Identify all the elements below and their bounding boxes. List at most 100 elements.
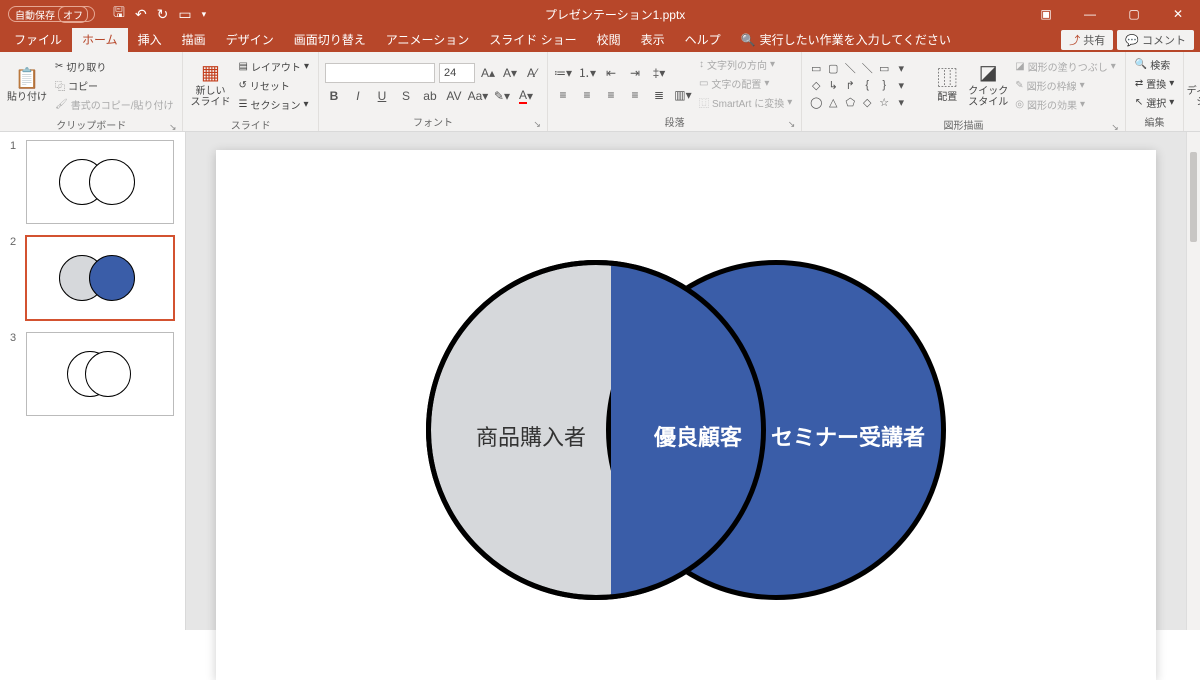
thumb-number: 1 xyxy=(10,140,20,224)
dialog-launcher-icon[interactable]: ↘ xyxy=(169,122,177,133)
save-icon[interactable]: 🖫 xyxy=(113,2,125,26)
tab-view[interactable]: 表示 xyxy=(631,28,675,52)
ribbon-options-icon[interactable]: ▣ xyxy=(1024,0,1068,28)
redo-icon[interactable]: ↻ xyxy=(157,6,169,23)
tab-insert[interactable]: 挿入 xyxy=(128,28,172,52)
title-bar: 自動保存 オフ 🖫 ↶ ↻ ▭ ▾ プレゼンテーション1.pptx ▣ — ▢ … xyxy=(0,0,1200,28)
arrange-button[interactable]: ⿲ 配置 xyxy=(930,54,964,116)
dialog-launcher-icon[interactable]: ↘ xyxy=(788,119,796,130)
shapes-gallery[interactable]: ▭▢＼＼▭▾ ◇↳↱{}▾ ◯△⬠◇☆▾ xyxy=(808,60,926,110)
venn-label-center[interactable]: 優良顧客 xyxy=(654,420,742,452)
tab-design[interactable]: デザイン xyxy=(216,28,284,52)
align-right-button[interactable]: ≡ xyxy=(602,86,620,104)
font-name-combo[interactable] xyxy=(325,63,435,83)
cut-button[interactable]: ✂切り取り xyxy=(52,58,176,75)
venn-label-left[interactable]: 商品購入者 xyxy=(476,420,586,452)
shadow-button[interactable]: ab xyxy=(421,87,439,105)
select-button[interactable]: ↖選択▾ xyxy=(1132,94,1177,111)
scissors-icon: ✂ xyxy=(55,61,63,72)
replace-icon: ⇄ xyxy=(1135,78,1143,89)
slideshow-start-icon[interactable]: ▭ xyxy=(178,6,191,23)
smartart-button[interactable]: ⿶SmartArt に変換▾ xyxy=(696,94,795,111)
indent-left-button[interactable]: ⇤ xyxy=(602,64,620,82)
tab-draw[interactable]: 描画 xyxy=(172,28,216,52)
distribute-button[interactable]: ≣ xyxy=(650,86,668,104)
dialog-launcher-icon[interactable]: ↘ xyxy=(533,119,541,130)
autosave-toggle[interactable]: 自動保存 オフ xyxy=(8,6,95,22)
group-clipboard: 📋 貼り付け ✂切り取り ⿻コピー 🖌書式のコピー/貼り付け クリップボード↘ xyxy=(0,52,183,131)
align-left-button[interactable]: ≡ xyxy=(554,86,572,104)
workspace: 1 2 3 商品購入者 優良顧客 xyxy=(0,132,1200,630)
increase-font-icon[interactable]: A▴ xyxy=(479,64,497,82)
section-icon: ☰ xyxy=(238,99,247,110)
font-size-combo[interactable]: 24 xyxy=(439,63,475,83)
highlight-button[interactable]: ✎▾ xyxy=(493,87,511,105)
text-direction-button[interactable]: ↕文字列の方向▾ xyxy=(696,56,795,73)
group-voice: 🎤 ディクテー ション 音声 xyxy=(1184,52,1200,131)
numbering-button[interactable]: ⒈▾ xyxy=(578,64,596,82)
shape-effects-button[interactable]: ◎図形の効果▾ xyxy=(1012,96,1119,113)
underline-button[interactable]: U xyxy=(373,87,391,105)
bullets-button[interactable]: ≔▾ xyxy=(554,64,572,82)
share-button[interactable]: ⤴共有 xyxy=(1061,30,1113,50)
tab-transitions[interactable]: 画面切り替え xyxy=(284,28,376,52)
comments-button[interactable]: 💬コメント xyxy=(1117,30,1194,50)
effects-icon: ◎ xyxy=(1015,99,1024,110)
clear-format-icon[interactable]: A⁄ xyxy=(523,64,541,82)
minimize-icon[interactable]: — xyxy=(1068,0,1112,28)
slide-editor[interactable]: 商品購入者 優良顧客 セミナー受講者 xyxy=(186,132,1186,630)
tab-help[interactable]: ヘルプ xyxy=(675,28,731,52)
reset-button[interactable]: ↺リセット xyxy=(235,77,311,94)
slide-thumbnail-3[interactable] xyxy=(26,332,174,416)
copy-button[interactable]: ⿻コピー xyxy=(52,77,176,94)
indent-right-button[interactable]: ⇥ xyxy=(626,64,644,82)
tab-slideshow[interactable]: スライド ショー xyxy=(479,28,586,52)
undo-icon[interactable]: ↶ xyxy=(135,6,147,23)
slide-thumbnail-1[interactable] xyxy=(26,140,174,224)
italic-button[interactable]: I xyxy=(349,87,367,105)
maximize-icon[interactable]: ▢ xyxy=(1112,0,1156,28)
brush-icon: 🖌 xyxy=(55,99,68,110)
vertical-scrollbar[interactable] xyxy=(1186,132,1200,630)
group-drawing: ▭▢＼＼▭▾ ◇↳↱{}▾ ◯△⬠◇☆▾ ⿲ 配置 ◪ クイック スタイル ◪図… xyxy=(802,52,1126,131)
reset-icon: ↺ xyxy=(238,80,246,91)
text-direction-icon: ↕ xyxy=(699,59,704,70)
venn-label-right[interactable]: セミナー受講者 xyxy=(771,420,925,452)
venn-diagram[interactable]: 商品購入者 優良顧客 セミナー受講者 xyxy=(426,240,946,630)
line-spacing-button[interactable]: ‡▾ xyxy=(650,64,668,82)
close-icon[interactable]: ✕ xyxy=(1156,0,1200,28)
copy-icon: ⿻ xyxy=(55,78,65,93)
align-center-button[interactable]: ≡ xyxy=(578,86,596,104)
replace-button[interactable]: ⇄置換▾ xyxy=(1132,75,1177,92)
paste-button[interactable]: 📋 貼り付け xyxy=(6,54,48,116)
new-slide-button[interactable]: ▦ 新しい スライド xyxy=(189,54,231,116)
tab-home[interactable]: ホーム xyxy=(72,28,128,52)
text-align-button[interactable]: ▭文字の配置▾ xyxy=(696,75,795,92)
decrease-font-icon[interactable]: A▾ xyxy=(501,64,519,82)
char-spacing-button[interactable]: AV xyxy=(445,87,463,105)
group-slides: ▦ 新しい スライド ▤レイアウト▾ ↺リセット ☰セクション▾ スライド xyxy=(183,52,318,131)
shape-outline-button[interactable]: ✎図形の枠線▾ xyxy=(1012,77,1119,94)
justify-button[interactable]: ≡ xyxy=(626,86,644,104)
tab-animations[interactable]: アニメーション xyxy=(376,28,480,52)
styles-icon: ◪ xyxy=(979,62,998,84)
layout-button[interactable]: ▤レイアウト▾ xyxy=(235,58,311,75)
tellme-search[interactable]: 🔍 実行したい作業を入力してください xyxy=(731,28,961,52)
tab-file[interactable]: ファイル xyxy=(4,28,72,52)
dictate-button[interactable]: 🎤 ディクテー ション xyxy=(1190,54,1200,116)
shape-fill-button[interactable]: ◪図形の塗りつぶし▾ xyxy=(1012,58,1119,75)
change-case-button[interactable]: Aa▾ xyxy=(469,87,487,105)
find-button[interactable]: 🔍検索 xyxy=(1132,56,1177,73)
font-color-button[interactable]: A▾ xyxy=(517,87,535,105)
format-painter-button[interactable]: 🖌書式のコピー/貼り付け xyxy=(52,96,176,113)
strike-button[interactable]: S xyxy=(397,87,415,105)
slide-canvas[interactable]: 商品購入者 優良顧客 セミナー受講者 xyxy=(216,150,1156,680)
scroll-thumb[interactable] xyxy=(1190,152,1197,242)
slide-thumbnail-2[interactable] xyxy=(26,236,174,320)
bold-button[interactable]: B xyxy=(325,87,343,105)
fill-icon: ◪ xyxy=(1015,61,1024,72)
quick-styles-button[interactable]: ◪ クイック スタイル xyxy=(968,54,1008,116)
tab-review[interactable]: 校閲 xyxy=(587,28,631,52)
section-button[interactable]: ☰セクション▾ xyxy=(235,96,311,113)
columns-button[interactable]: ▥▾ xyxy=(674,86,692,104)
